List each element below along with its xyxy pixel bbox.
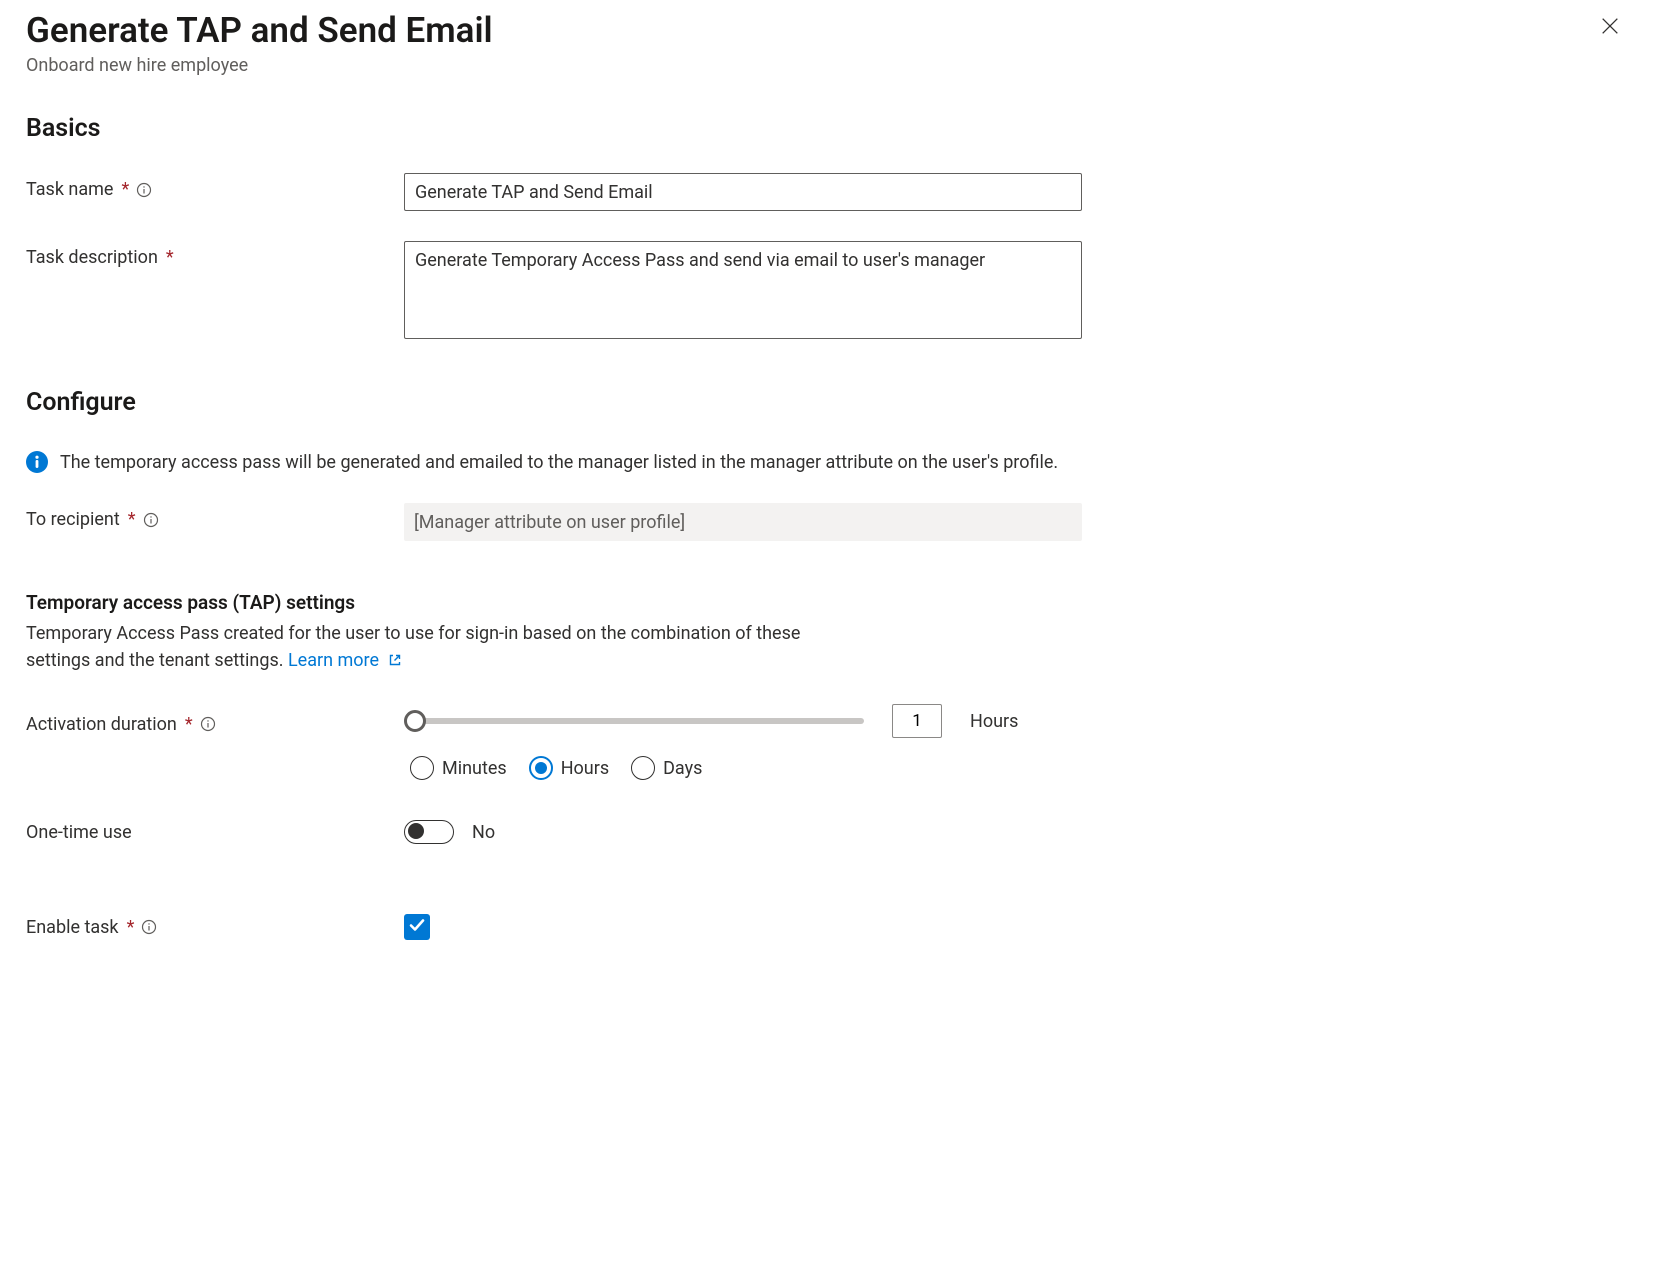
radio-minutes[interactable]: Minutes [410, 756, 507, 780]
info-icon[interactable] [199, 715, 217, 733]
learn-more-link[interactable]: Learn more [288, 650, 402, 671]
to-recipient-readonly: [Manager attribute on user profile] [404, 503, 1082, 541]
duration-unit-radio-group: Minutes Hours Days [404, 756, 702, 780]
radio-outer [410, 756, 434, 780]
activation-duration-label: Activation duration * [26, 708, 404, 735]
tap-settings-helper: Temporary Access Pass created for the us… [26, 620, 816, 674]
task-name-label-text: Task name [26, 179, 113, 200]
page-title: Generate TAP and Send Email [26, 10, 493, 51]
activation-duration-label-text: Activation duration [26, 714, 177, 735]
info-icon[interactable] [142, 511, 160, 529]
radio-outer [529, 756, 553, 780]
to-recipient-label-text: To recipient [26, 509, 120, 530]
info-icon[interactable] [135, 181, 153, 199]
task-description-input[interactable]: Generate Temporary Access Pass and send … [404, 241, 1082, 339]
tap-settings-heading: Temporary access pass (TAP) settings [26, 591, 1627, 614]
info-banner: The temporary access pass will be genera… [26, 451, 1627, 473]
toggle-knob [408, 823, 424, 839]
slider-track [414, 718, 864, 724]
radio-days[interactable]: Days [631, 756, 702, 780]
task-name-label: Task name * [26, 173, 404, 200]
one-time-use-label-text: One-time use [26, 822, 132, 843]
info-banner-text: The temporary access pass will be genera… [60, 452, 1058, 473]
enable-task-checkbox[interactable] [404, 914, 430, 940]
info-icon[interactable] [140, 918, 158, 936]
close-icon [1599, 12, 1621, 43]
required-asterisk: * [166, 247, 174, 268]
activation-duration-value-input[interactable] [892, 704, 942, 738]
required-asterisk: * [127, 917, 135, 938]
task-description-label: Task description * [26, 241, 404, 268]
external-link-icon [384, 650, 402, 671]
required-asterisk: * [128, 509, 136, 530]
enable-task-label-text: Enable task [26, 917, 119, 938]
radio-hours-label: Hours [561, 758, 609, 779]
radio-outer [631, 756, 655, 780]
one-time-use-toggle[interactable] [404, 820, 454, 844]
radio-days-label: Days [663, 758, 702, 779]
one-time-use-label: One-time use [26, 822, 404, 843]
to-recipient-label: To recipient * [26, 503, 404, 530]
task-name-input[interactable] [404, 173, 1082, 211]
enable-task-label: Enable task * [26, 917, 404, 938]
task-description-label-text: Task description [26, 247, 158, 268]
radio-minutes-label: Minutes [442, 758, 507, 779]
radio-inner [535, 762, 547, 774]
page-subtitle: Onboard new hire employee [26, 55, 493, 76]
tap-settings-helper-text: Temporary Access Pass created for the us… [26, 623, 800, 671]
info-icon [26, 451, 48, 473]
required-asterisk: * [185, 714, 193, 735]
slider-thumb[interactable] [404, 710, 426, 732]
learn-more-label: Learn more [288, 650, 379, 671]
basics-heading: Basics [26, 114, 1627, 143]
configure-heading: Configure [26, 388, 1627, 417]
required-asterisk: * [121, 179, 129, 200]
radio-hours[interactable]: Hours [529, 756, 609, 780]
checkmark-icon [408, 916, 426, 939]
activation-duration-unit-display: Hours [970, 711, 1018, 732]
one-time-use-value: No [472, 822, 495, 843]
close-button[interactable] [1593, 10, 1627, 46]
activation-duration-slider[interactable] [404, 710, 864, 732]
